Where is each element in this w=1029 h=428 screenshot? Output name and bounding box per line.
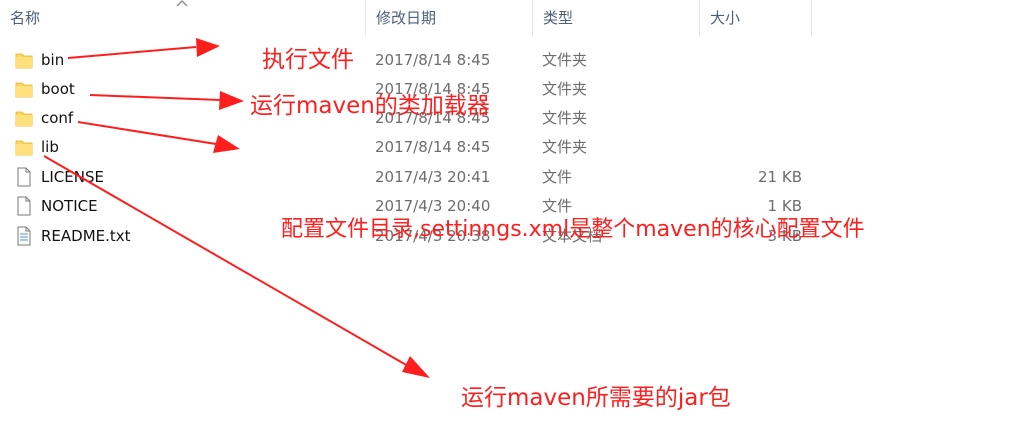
column-header-size-label: 大小	[710, 9, 741, 27]
folder-icon	[15, 111, 33, 127]
file-name: NOTICE	[41, 197, 98, 215]
file-name: README.txt	[41, 227, 131, 245]
file-type: 文件夹	[542, 80, 588, 98]
file-name: bin	[41, 51, 65, 69]
annotation-bin: 执行文件	[262, 47, 354, 73]
column-header-name[interactable]: 名称	[0, 0, 365, 36]
column-divider	[811, 0, 812, 36]
column-header-type-label: 类型	[543, 9, 574, 27]
file-type: 文件夹	[542, 138, 588, 156]
file-icon	[17, 167, 31, 187]
text-file-icon	[17, 226, 31, 246]
column-header-size[interactable]: 大小	[699, 0, 811, 36]
file-row-license[interactable]: LICENSE 2017/4/3 20:41 文件 21 KB	[0, 163, 830, 192]
file-name: lib	[41, 138, 59, 156]
column-header-type[interactable]: 类型	[532, 0, 699, 36]
annotation-lib: 运行maven所需要的jar包	[461, 385, 731, 411]
file-type: 文件	[542, 168, 573, 186]
sort-ascending-icon	[176, 0, 188, 7]
file-size: 21 KB	[758, 168, 802, 186]
column-header-modified[interactable]: 修改日期	[365, 0, 532, 36]
folder-icon	[15, 140, 33, 156]
column-header-bar: 名称 修改日期 类型 大小	[0, 0, 1029, 36]
file-date: 2017/8/14 8:45	[375, 51, 491, 69]
annotation-boot: 运行maven的类加载器	[250, 93, 490, 119]
annotation-conf: 配置文件目录,settinngs.xml是整个maven的核心配置文件	[281, 217, 865, 242]
folder-icon	[15, 82, 33, 98]
file-date: 2017/4/3 20:41	[375, 168, 491, 186]
folder-icon	[15, 53, 33, 69]
file-type: 文件夹	[542, 109, 588, 127]
file-row-bin[interactable]: bin 2017/8/14 8:45 文件夹	[0, 46, 830, 75]
file-icon	[17, 196, 31, 216]
file-row-lib[interactable]: lib 2017/8/14 8:45 文件夹	[0, 133, 830, 162]
file-date: 2017/8/14 8:45	[375, 138, 491, 156]
file-name: LICENSE	[41, 168, 104, 186]
column-header-modified-label: 修改日期	[376, 9, 437, 27]
file-type: 文件夹	[542, 51, 588, 69]
column-header-name-label: 名称	[10, 9, 41, 27]
file-name: boot	[41, 80, 75, 98]
file-name: conf	[41, 109, 74, 127]
